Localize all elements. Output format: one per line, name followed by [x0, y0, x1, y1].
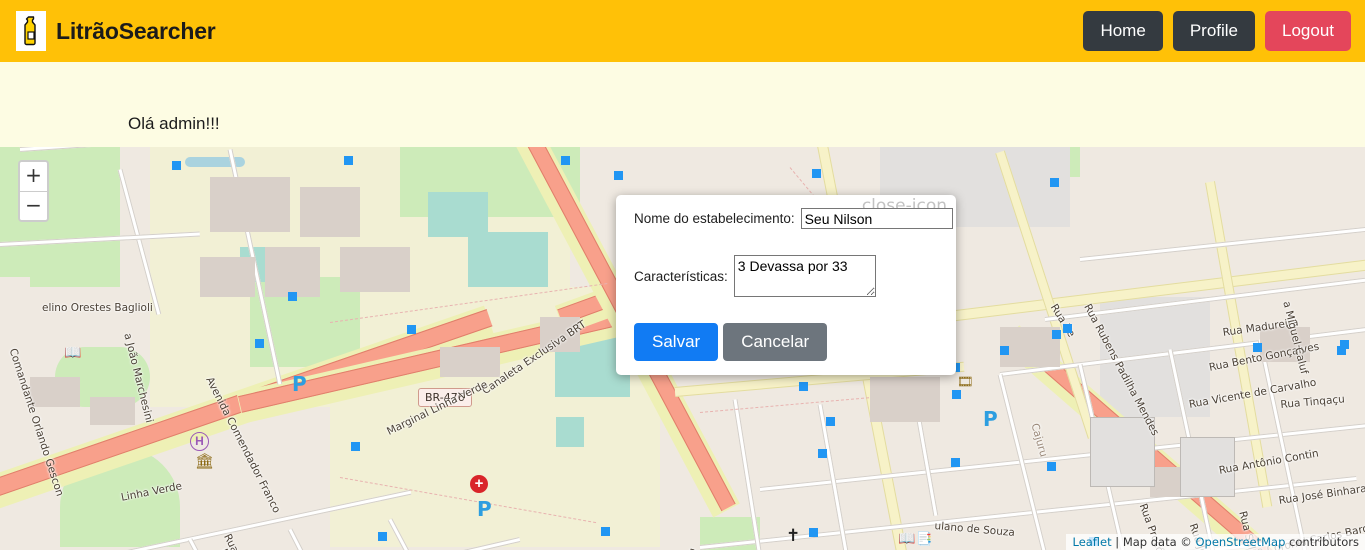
museum-poi-icon: 🏛	[195, 453, 215, 470]
establishment-marker[interactable]	[951, 458, 960, 467]
modal-button-row: Salvar Cancelar	[634, 323, 828, 362]
zoom-out-button[interactable]: −	[20, 191, 47, 220]
nav-home-button[interactable]: Home	[1083, 10, 1163, 52]
establishment-marker[interactable]	[952, 390, 961, 399]
nav-logout-button[interactable]: Logout	[1265, 10, 1351, 52]
brand-title: LitrãoSearcher	[56, 17, 216, 44]
features-field-row: Características:	[634, 255, 876, 297]
establishment-marker[interactable]	[288, 292, 297, 301]
top-navbar: LitrãoSearcher Home Profile Logout	[0, 0, 1365, 62]
establishment-marker[interactable]	[344, 156, 353, 165]
name-field-row: Nome do estabelecimento:	[634, 208, 953, 229]
cinema-poi-icon: 🎞	[957, 374, 974, 389]
artwork-poi-icon: 📑	[916, 531, 933, 546]
library-poi-icon: 📖	[898, 530, 916, 546]
establishment-marker[interactable]	[812, 169, 821, 178]
establishment-marker[interactable]	[601, 527, 610, 536]
establishment-marker[interactable]	[378, 532, 387, 541]
establishment-marker[interactable]	[351, 442, 360, 451]
save-button[interactable]: Salvar	[634, 323, 719, 362]
library-poi-icon: 📖	[64, 344, 82, 360]
establishment-marker[interactable]	[1337, 346, 1346, 355]
openstreetmap-link[interactable]: OpenStreetMap	[1195, 535, 1285, 549]
zoom-in-button[interactable]: +	[20, 162, 47, 191]
parking-poi-icon: P	[292, 372, 307, 396]
establishment-marker[interactable]	[1052, 330, 1061, 339]
hospital-poi-icon: +	[470, 475, 488, 493]
map-attribution: Leaflet | Map data © OpenStreetMap contr…	[1066, 534, 1365, 550]
greeting-area: Olá admin!!!	[0, 62, 1365, 147]
brand[interactable]: LitrãoSearcher	[16, 11, 216, 51]
nav-actions: Home Profile Logout	[1083, 10, 1351, 52]
parking-poi-icon: P	[983, 407, 998, 431]
establishment-marker[interactable]	[1047, 462, 1056, 471]
establishment-marker[interactable]	[561, 156, 570, 165]
establishment-marker[interactable]	[818, 449, 827, 458]
nav-profile-button[interactable]: Profile	[1172, 10, 1255, 52]
map-zoom-control: + −	[18, 160, 49, 222]
establishment-marker[interactable]	[1253, 343, 1262, 352]
bottle-icon	[16, 11, 46, 51]
establishment-marker[interactable]	[1000, 346, 1009, 355]
hospital-h-poi-icon: H	[190, 432, 209, 451]
establishment-marker[interactable]	[809, 528, 818, 537]
street-label: elino Orestes Baglioli	[42, 302, 153, 314]
establishment-marker[interactable]	[1050, 178, 1059, 187]
attribution-suffix: contributors	[1285, 535, 1359, 549]
establishment-marker[interactable]	[826, 417, 835, 426]
church-poi-icon: ✝	[786, 526, 801, 545]
establishment-marker[interactable]	[799, 382, 808, 391]
establishment-modal: close-icon Nome do estabelecimento: Cara…	[616, 195, 956, 375]
parking-poi-icon: P	[477, 497, 492, 521]
establishment-marker[interactable]	[614, 171, 623, 180]
establishment-marker[interactable]	[172, 161, 181, 170]
greeting-text: Olá admin!!!	[128, 114, 220, 133]
establishment-marker[interactable]	[407, 325, 416, 334]
features-field-label: Características:	[634, 268, 728, 284]
name-field-label: Nome do estabelecimento:	[634, 211, 795, 226]
features-textarea[interactable]	[733, 255, 876, 297]
leaflet-link[interactable]: Leaflet	[1072, 535, 1111, 549]
establishment-marker[interactable]	[255, 339, 264, 348]
establishment-name-input[interactable]	[800, 208, 953, 229]
establishment-marker[interactable]	[1063, 324, 1072, 333]
cancel-button[interactable]: Cancelar	[723, 323, 828, 362]
attribution-separator: | Map data ©	[1111, 535, 1196, 549]
